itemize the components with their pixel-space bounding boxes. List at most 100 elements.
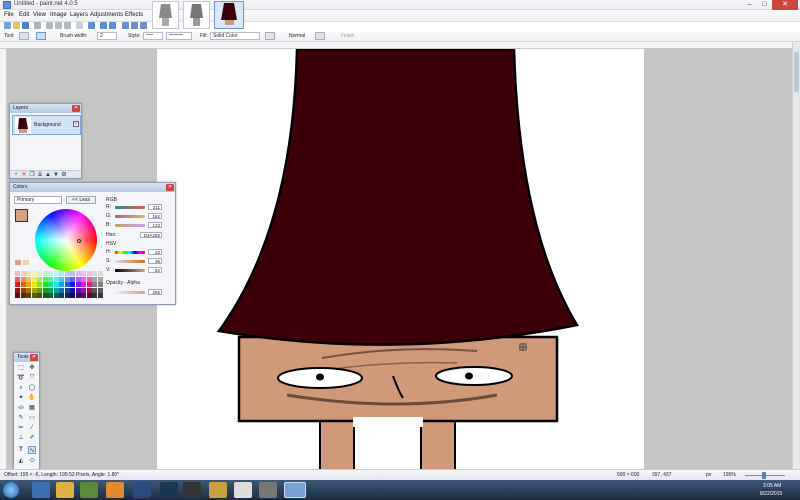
palette-swatch[interactable] bbox=[64, 271, 70, 276]
palette-swatch[interactable] bbox=[42, 271, 48, 276]
layer-up-icon[interactable]: ▲ bbox=[44, 171, 52, 179]
palette-swatch[interactable] bbox=[26, 293, 31, 298]
palette-swatch[interactable] bbox=[81, 282, 86, 287]
palette-swatch[interactable] bbox=[26, 282, 31, 287]
palette-swatch[interactable] bbox=[37, 276, 42, 282]
new-icon[interactable] bbox=[4, 22, 11, 29]
palette-swatch[interactable] bbox=[75, 287, 81, 293]
rectangle-select-icon[interactable]: ⬚ bbox=[17, 364, 25, 372]
antialias-icon[interactable] bbox=[36, 32, 46, 40]
image-tab-3[interactable] bbox=[214, 1, 244, 29]
palette-swatch[interactable] bbox=[75, 293, 81, 298]
layers-close-button[interactable]: ✕ bbox=[72, 105, 80, 112]
palette-swatch[interactable] bbox=[15, 282, 20, 287]
colors-close-button[interactable]: ✕ bbox=[166, 184, 174, 191]
palette-swatch[interactable] bbox=[81, 271, 86, 276]
blend-mode-icon[interactable] bbox=[265, 32, 275, 40]
menu-view[interactable]: View bbox=[33, 12, 46, 18]
palette-swatch[interactable] bbox=[97, 293, 103, 298]
palette-swatch[interactable] bbox=[75, 271, 81, 276]
palette-swatch[interactable] bbox=[31, 276, 37, 282]
palette-swatch[interactable] bbox=[53, 287, 59, 293]
grid-icon[interactable] bbox=[122, 22, 129, 29]
hex-value[interactable]: D3A285 bbox=[140, 232, 162, 238]
palette-swatch[interactable] bbox=[15, 276, 20, 282]
palette-swatch[interactable] bbox=[70, 276, 75, 282]
b-value[interactable]: 133 bbox=[148, 222, 162, 228]
image-canvas[interactable] bbox=[157, 47, 644, 480]
palette-swatch[interactable] bbox=[70, 293, 75, 298]
palette-swatch[interactable] bbox=[31, 271, 37, 276]
palette-swatch[interactable] bbox=[75, 282, 81, 287]
h-slider[interactable] bbox=[115, 251, 145, 254]
clone-stamp-icon[interactable]: ⊥ bbox=[17, 434, 25, 442]
zoom-icon[interactable]: ⌕ bbox=[17, 384, 25, 392]
blend-mode-select[interactable]: Normal bbox=[289, 33, 305, 39]
palette-swatch[interactable] bbox=[48, 276, 53, 282]
palette-swatch[interactable] bbox=[86, 287, 92, 293]
palette-swatch[interactable] bbox=[48, 293, 53, 298]
palette-swatch[interactable] bbox=[86, 293, 92, 298]
shapes-icon[interactable]: ◭ bbox=[17, 457, 25, 465]
brush-width-input[interactable]: 2 bbox=[97, 32, 117, 40]
palette-swatch[interactable] bbox=[26, 271, 31, 276]
move-icon[interactable]: ✥ bbox=[28, 364, 36, 372]
palette-swatch[interactable] bbox=[42, 293, 48, 298]
vertical-scrollbar[interactable] bbox=[792, 42, 800, 469]
palette-swatch[interactable] bbox=[64, 282, 70, 287]
undo-icon[interactable] bbox=[100, 22, 107, 29]
palette-swatch[interactable] bbox=[92, 276, 97, 282]
taskbar-firefox-icon[interactable] bbox=[106, 482, 124, 498]
palette-swatch[interactable] bbox=[70, 287, 75, 293]
palette-swatch[interactable] bbox=[20, 271, 26, 276]
tool-selector[interactable] bbox=[19, 32, 29, 40]
s-slider[interactable] bbox=[115, 260, 145, 263]
palette-swatch[interactable] bbox=[48, 287, 53, 293]
primary-color-swatch[interactable] bbox=[15, 209, 28, 222]
taskbar-app5-icon[interactable] bbox=[259, 482, 277, 498]
palette-swatch[interactable] bbox=[64, 293, 70, 298]
r-value[interactable]: 211 bbox=[148, 204, 162, 210]
palette-swatch[interactable] bbox=[53, 282, 59, 287]
layers-panel[interactable]: Layers ✕ Background ✓ + ✕ ❐ ⇊ ▲ ▼ ⚙ bbox=[9, 103, 82, 179]
g-value[interactable]: 162 bbox=[148, 213, 162, 219]
palette-swatch[interactable] bbox=[53, 271, 59, 276]
redo-icon[interactable] bbox=[109, 22, 116, 29]
ellipse-select-icon[interactable]: ◯ bbox=[28, 384, 36, 392]
palette-swatch[interactable] bbox=[20, 282, 26, 287]
b-slider[interactable] bbox=[115, 224, 145, 227]
cut-icon[interactable] bbox=[46, 22, 53, 29]
r-slider[interactable] bbox=[115, 206, 145, 209]
taskbar-app3-icon[interactable] bbox=[209, 482, 227, 498]
palette-swatch[interactable] bbox=[26, 287, 31, 293]
palette-swatch[interactable] bbox=[26, 276, 31, 282]
lasso-icon[interactable]: ➰ bbox=[17, 374, 25, 382]
palette-swatch[interactable] bbox=[86, 276, 92, 282]
crop-icon[interactable] bbox=[76, 22, 83, 29]
print-icon[interactable] bbox=[34, 22, 41, 29]
menu-image[interactable]: Image bbox=[50, 12, 67, 18]
palette-swatch[interactable] bbox=[70, 271, 75, 276]
image-tab-2[interactable] bbox=[183, 1, 210, 29]
color-wheel-picker[interactable] bbox=[77, 239, 81, 243]
v-slider[interactable] bbox=[115, 269, 145, 272]
scrollbar-thumb[interactable] bbox=[794, 52, 799, 92]
recolor-icon[interactable]: ✐ bbox=[28, 434, 36, 442]
pan-icon[interactable]: ✋ bbox=[28, 394, 36, 402]
palette-swatch[interactable] bbox=[97, 271, 103, 276]
palette-swatch[interactable] bbox=[59, 287, 64, 293]
magic-wand-icon[interactable]: ✦ bbox=[17, 394, 25, 402]
palette-swatch[interactable] bbox=[64, 287, 70, 293]
taskbar-ie-icon[interactable] bbox=[32, 482, 50, 498]
palette-swatch[interactable] bbox=[15, 271, 20, 276]
taskbar-minecraft-icon[interactable] bbox=[80, 482, 98, 498]
maximize-button[interactable]: □ bbox=[757, 0, 772, 10]
opacity-value[interactable]: 255 bbox=[148, 289, 162, 295]
palette-swatch[interactable] bbox=[81, 276, 86, 282]
add-layer-icon[interactable]: + bbox=[12, 171, 20, 179]
menu-adjustments[interactable]: Adjustments bbox=[90, 12, 123, 18]
palette-swatch[interactable] bbox=[97, 276, 103, 282]
palette-swatch[interactable] bbox=[97, 287, 103, 293]
layer-properties-icon[interactable]: ⚙ bbox=[60, 171, 68, 179]
g-slider[interactable] bbox=[115, 215, 145, 218]
